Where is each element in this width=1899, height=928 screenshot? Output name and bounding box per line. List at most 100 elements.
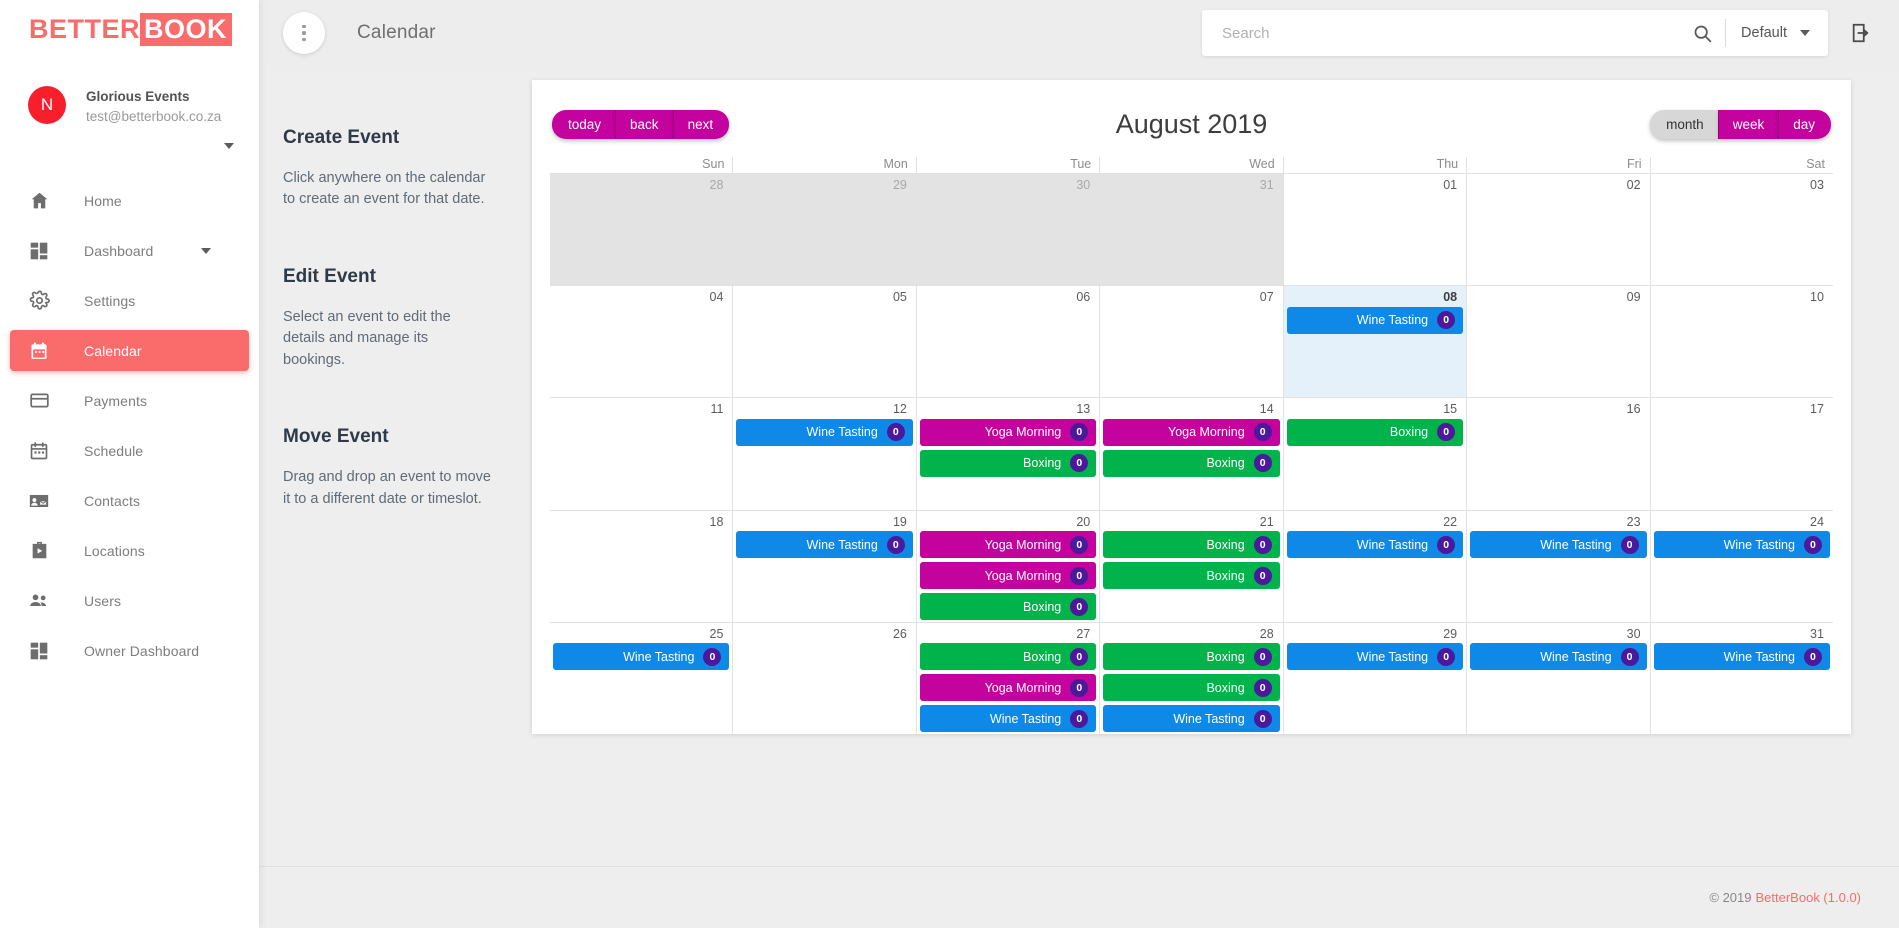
calendar-day-cell[interactable]: 02 bbox=[1467, 174, 1651, 286]
calendar-nav-next[interactable]: next bbox=[673, 109, 730, 139]
calendar-day-cell[interactable]: 22 Wine Tasting 0 bbox=[1284, 510, 1468, 622]
calendar-nav-back[interactable]: back bbox=[616, 109, 674, 139]
day-number: 18 bbox=[709, 514, 724, 529]
account-email: test@betterbook.co.za bbox=[86, 108, 222, 124]
search-input[interactable] bbox=[1222, 24, 1689, 42]
calendar-event[interactable]: Wine Tasting 0 bbox=[1286, 531, 1464, 559]
calendar-event[interactable]: Boxing 0 bbox=[1103, 674, 1280, 702]
sidebar-item-calendar[interactable]: Calendar bbox=[10, 330, 249, 371]
calendar-event[interactable]: Wine Tasting 0 bbox=[1470, 531, 1647, 559]
calendar-view-day[interactable]: day bbox=[1779, 109, 1831, 139]
calendar-day-cell[interactable]: 16 bbox=[1467, 398, 1651, 510]
calendar-day-cell[interactable]: 29 Wine Tasting 0 bbox=[1284, 622, 1468, 734]
calendar-grid: 28 29 30 31 01 02 03 04 05 06 07 08 Wine Tasting 0 09 1… bbox=[550, 173, 1833, 734]
calendar-day-cell[interactable]: 28 Boxing 0 Boxing 0 Wine Tasting 0 bbox=[1100, 622, 1284, 734]
calendar-day-cell[interactable]: 20 Yoga Morning 0 Yoga Morning 0 Boxing 0 bbox=[917, 510, 1101, 622]
calendar-event[interactable]: Wine Tasting 0 bbox=[736, 418, 913, 446]
sidebar-item-dashboard[interactable]: Dashboard bbox=[10, 230, 249, 271]
calendar-day-cell[interactable]: 09 bbox=[1467, 286, 1651, 398]
calendar-day-cell[interactable]: 30 Wine Tasting 0 bbox=[1467, 622, 1651, 734]
calendar-day-cell[interactable]: 10 bbox=[1651, 286, 1833, 397]
calendar-day-cell[interactable]: 18 bbox=[550, 510, 734, 622]
topbar-right: Default bbox=[1202, 10, 1872, 56]
sidebar-item-label: Owner Dashboard bbox=[84, 642, 200, 659]
calendar-event[interactable]: Boxing 0 bbox=[1103, 562, 1280, 590]
calendar-event[interactable]: Wine Tasting 0 bbox=[1653, 531, 1830, 559]
calendar-day-cell[interactable]: 26 bbox=[733, 622, 917, 734]
calendar-event[interactable]: Boxing 0 bbox=[919, 449, 1097, 477]
calendar-day-cell[interactable]: 24 Wine Tasting 0 bbox=[1651, 511, 1833, 622]
chevron-down-icon[interactable] bbox=[201, 247, 211, 254]
calendar-day-cell[interactable]: 15 Boxing 0 bbox=[1284, 398, 1468, 510]
calendar-day-cell[interactable]: 12 Wine Tasting 0 bbox=[733, 398, 917, 510]
sidebar-item-home[interactable]: Home bbox=[10, 180, 249, 221]
footer-brand[interactable]: BetterBook (1.0.0) bbox=[1756, 890, 1862, 905]
calendar-event[interactable]: Wine Tasting 0 bbox=[1653, 643, 1830, 671]
calendar-event[interactable]: Boxing 0 bbox=[1103, 531, 1280, 559]
calendar-event[interactable]: Boxing 0 bbox=[919, 593, 1097, 621]
sidebar-item-contacts[interactable]: Contacts bbox=[10, 480, 249, 521]
calendar-event[interactable]: Yoga Morning 0 bbox=[919, 418, 1097, 446]
calendar-event[interactable]: Yoga Morning 0 bbox=[1103, 418, 1280, 446]
calendar-event-booking-count: 0 bbox=[886, 535, 905, 554]
account-summary[interactable]: N Glorious Events test@betterbook.co.za bbox=[0, 58, 259, 130]
calendar-day-cell[interactable]: 11 bbox=[550, 398, 734, 510]
calendar-event[interactable]: Wine Tasting 0 bbox=[1470, 643, 1647, 671]
calendar-event[interactable]: Boxing 0 bbox=[1286, 418, 1464, 446]
calendar-event[interactable]: Wine Tasting 0 bbox=[1286, 306, 1464, 334]
calendar-event[interactable]: Wine Tasting 0 bbox=[553, 643, 730, 671]
calendar-day-cell[interactable]: 04 bbox=[550, 286, 734, 398]
search-icon[interactable] bbox=[1688, 23, 1725, 44]
filter-select[interactable]: Default bbox=[1726, 25, 1814, 41]
calendar-nav-today[interactable]: today bbox=[552, 109, 617, 139]
sidebar-item-users[interactable]: Users bbox=[10, 580, 249, 621]
calendar-event[interactable]: Wine Tasting 0 bbox=[1286, 643, 1464, 671]
logout-button[interactable] bbox=[1850, 22, 1872, 44]
sidebar-item-payments[interactable]: Payments bbox=[10, 380, 249, 421]
calendar-day-cell[interactable]: 13 Yoga Morning 0 Boxing 0 bbox=[917, 398, 1101, 510]
sidebar-item-owner-dashboard[interactable]: Owner Dashboard bbox=[10, 630, 249, 671]
calendar-event[interactable]: Wine Tasting 0 bbox=[919, 705, 1097, 733]
account-expand-button[interactable] bbox=[0, 136, 259, 158]
calendar-day-cell[interactable]: 14 Yoga Morning 0 Boxing 0 bbox=[1100, 398, 1284, 510]
calendar-day-cell[interactable]: 17 bbox=[1651, 398, 1833, 509]
calendar-day-cell[interactable]: 31 Wine Tasting 0 bbox=[1651, 623, 1833, 734]
calendar-day-cell[interactable]: 29 bbox=[733, 174, 917, 286]
calendar-day-cell[interactable]: 23 Wine Tasting 0 bbox=[1467, 510, 1651, 622]
app-logo[interactable]: BETTER BOOK bbox=[0, 0, 259, 58]
calendar-day-cell[interactable]: 03 bbox=[1651, 174, 1833, 285]
calendar-event[interactable]: Yoga Morning 0 bbox=[919, 562, 1097, 590]
calendar-view-month[interactable]: month bbox=[1650, 109, 1719, 139]
calendar-event[interactable]: Boxing 0 bbox=[919, 643, 1097, 671]
sidebar-item-schedule[interactable]: Schedule bbox=[10, 430, 249, 471]
calendar-day-cell[interactable]: 07 bbox=[1100, 286, 1284, 398]
calendar-event[interactable]: Yoga Morning 0 bbox=[919, 531, 1097, 559]
calendar-day-cell[interactable]: 25 Wine Tasting 0 bbox=[550, 622, 734, 734]
calendar-day-cell[interactable]: 21 Boxing 0 Boxing 0 bbox=[1100, 510, 1284, 622]
calendar-view-week[interactable]: week bbox=[1718, 109, 1780, 139]
more-vert-icon[interactable] bbox=[283, 12, 325, 54]
day-number: 22 bbox=[1443, 514, 1458, 529]
calendar-day-cell[interactable]: 05 bbox=[733, 286, 917, 398]
sidebar-item-locations[interactable]: Locations bbox=[10, 530, 249, 571]
calendar-day-cell[interactable]: 30 bbox=[916, 174, 1101, 286]
day-number: 19 bbox=[892, 514, 907, 529]
calendar-event-booking-count: 0 bbox=[1070, 423, 1089, 442]
calendar-day-cell[interactable]: 31 bbox=[1100, 174, 1284, 286]
calendar-day-cell[interactable]: 06 bbox=[917, 286, 1101, 398]
sidebar-item-settings[interactable]: Settings bbox=[10, 280, 249, 321]
calendar-event[interactable]: Wine Tasting 0 bbox=[736, 531, 913, 559]
calendar-day-cell[interactable]: 27 Boxing 0 Yoga Morning 0 Wine Tasting 0 bbox=[917, 622, 1101, 734]
calendar-event[interactable]: Boxing 0 bbox=[1103, 643, 1280, 671]
calendar-day-cell[interactable]: 28 bbox=[550, 174, 734, 286]
calendar-day-cell[interactable]: 01 bbox=[1284, 174, 1468, 286]
calendar-event[interactable]: Boxing 0 bbox=[1103, 449, 1280, 477]
calendar-day-cell[interactable]: 19 Wine Tasting 0 bbox=[733, 510, 917, 622]
calendar-event-title: Boxing bbox=[1206, 568, 1245, 583]
calendar-event[interactable]: Wine Tasting 0 bbox=[1103, 705, 1280, 733]
calendar-event[interactable]: Yoga Morning 0 bbox=[919, 674, 1097, 702]
calendar-day-cell[interactable]: 08 Wine Tasting 0 bbox=[1283, 286, 1468, 398]
calendar-event-booking-count: 0 bbox=[1437, 647, 1456, 666]
